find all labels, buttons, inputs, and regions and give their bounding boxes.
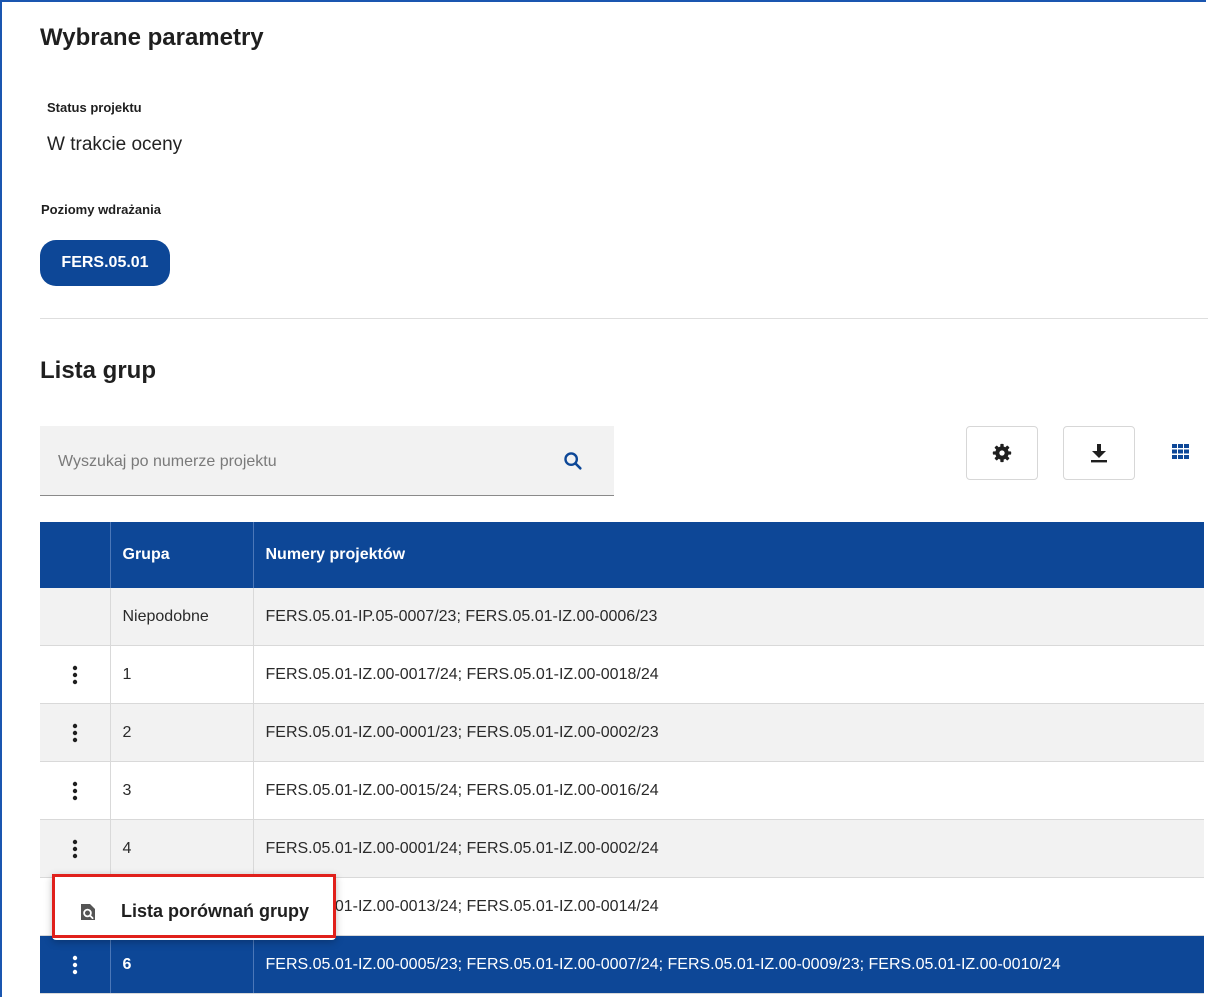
more-vert-icon[interactable] bbox=[72, 781, 78, 801]
download-button[interactable] bbox=[1063, 426, 1135, 480]
search-box bbox=[40, 426, 614, 496]
group-cell: 3 bbox=[110, 761, 254, 820]
column-header-group[interactable]: Grupa bbox=[110, 522, 254, 588]
table-row-selected[interactable]: 6 FERS.05.01-IZ.00-0005/23; FERS.05.01-I… bbox=[40, 935, 1204, 994]
more-vert-icon[interactable] bbox=[72, 723, 78, 743]
numbers-cell: FERS.05.01-IZ.00-0017/24; FERS.05.01-IZ.… bbox=[253, 645, 1204, 704]
numbers-cell: FERS.05.01-IZ.00-0015/24; FERS.05.01-IZ.… bbox=[253, 761, 1204, 820]
numbers-cell: FERS.05.01-IP.05-0007/23; FERS.05.01-IZ.… bbox=[253, 588, 1204, 646]
group-cell: 2 bbox=[110, 703, 254, 762]
levels-label: Poziomy wdrażania bbox=[41, 202, 161, 217]
settings-button[interactable] bbox=[966, 426, 1038, 480]
row-actions-cell bbox=[40, 645, 111, 704]
more-vert-icon[interactable] bbox=[72, 955, 78, 975]
section-divider bbox=[40, 318, 1208, 319]
group-cell: 1 bbox=[110, 645, 254, 704]
group-cell: Niepodobne bbox=[110, 588, 254, 646]
numbers-cell: FERS.05.01-IZ.00-0005/23; FERS.05.01-IZ.… bbox=[253, 935, 1204, 994]
column-header-numbers[interactable]: Numery projektów bbox=[253, 522, 1204, 588]
params-title: Wybrane parametry bbox=[40, 24, 264, 51]
grid-view-icon[interactable] bbox=[1172, 444, 1189, 459]
row-actions-cell bbox=[40, 819, 111, 878]
table-header: Grupa Numery projektów bbox=[40, 522, 1204, 588]
table-row[interactable]: Niepodobne FERS.05.01-IP.05-0007/23; FER… bbox=[40, 588, 1204, 646]
row-actions-cell bbox=[40, 935, 111, 994]
group-cell: 6 bbox=[110, 935, 254, 994]
table-row[interactable]: 2 FERS.05.01-IZ.00-0001/23; FERS.05.01-I… bbox=[40, 703, 1204, 762]
row-actions-cell bbox=[40, 588, 111, 646]
search-icon[interactable] bbox=[562, 450, 584, 472]
level-chip[interactable]: FERS.05.01 bbox=[40, 240, 170, 286]
status-label: Status projektu bbox=[47, 100, 142, 115]
search-input[interactable] bbox=[56, 444, 540, 480]
menu-item-compare-list[interactable]: Lista porównań grupy bbox=[52, 874, 336, 938]
gear-icon bbox=[992, 443, 1012, 463]
table-row[interactable]: 4 FERS.05.01-IZ.00-0001/24; FERS.05.01-I… bbox=[40, 819, 1204, 878]
numbers-cell: FERS.05.01-IZ.00-0001/23; FERS.05.01-IZ.… bbox=[253, 703, 1204, 762]
download-icon bbox=[1091, 444, 1107, 463]
row-context-menu: Lista porównań grupy bbox=[52, 874, 336, 940]
row-actions-cell bbox=[40, 703, 111, 762]
status-value: W trakcie oceny bbox=[47, 134, 183, 155]
more-vert-icon[interactable] bbox=[72, 839, 78, 859]
search-document-icon bbox=[81, 904, 95, 920]
group-cell: 4 bbox=[110, 819, 254, 878]
menu-item-label: Lista porównań grupy bbox=[121, 901, 310, 921]
column-header-actions bbox=[40, 522, 111, 588]
table-row[interactable]: 3 FERS.05.01-IZ.00-0015/24; FERS.05.01-I… bbox=[40, 761, 1204, 820]
row-actions-cell bbox=[40, 761, 111, 820]
groups-title: Lista grup bbox=[40, 357, 157, 384]
more-vert-icon[interactable] bbox=[72, 665, 78, 685]
table-row[interactable]: 1 FERS.05.01-IZ.00-0017/24; FERS.05.01-I… bbox=[40, 645, 1204, 704]
numbers-cell: FERS.05.01-IZ.00-0013/24; FERS.05.01-IZ.… bbox=[253, 877, 1204, 936]
numbers-cell: FERS.05.01-IZ.00-0001/24; FERS.05.01-IZ.… bbox=[253, 819, 1204, 878]
